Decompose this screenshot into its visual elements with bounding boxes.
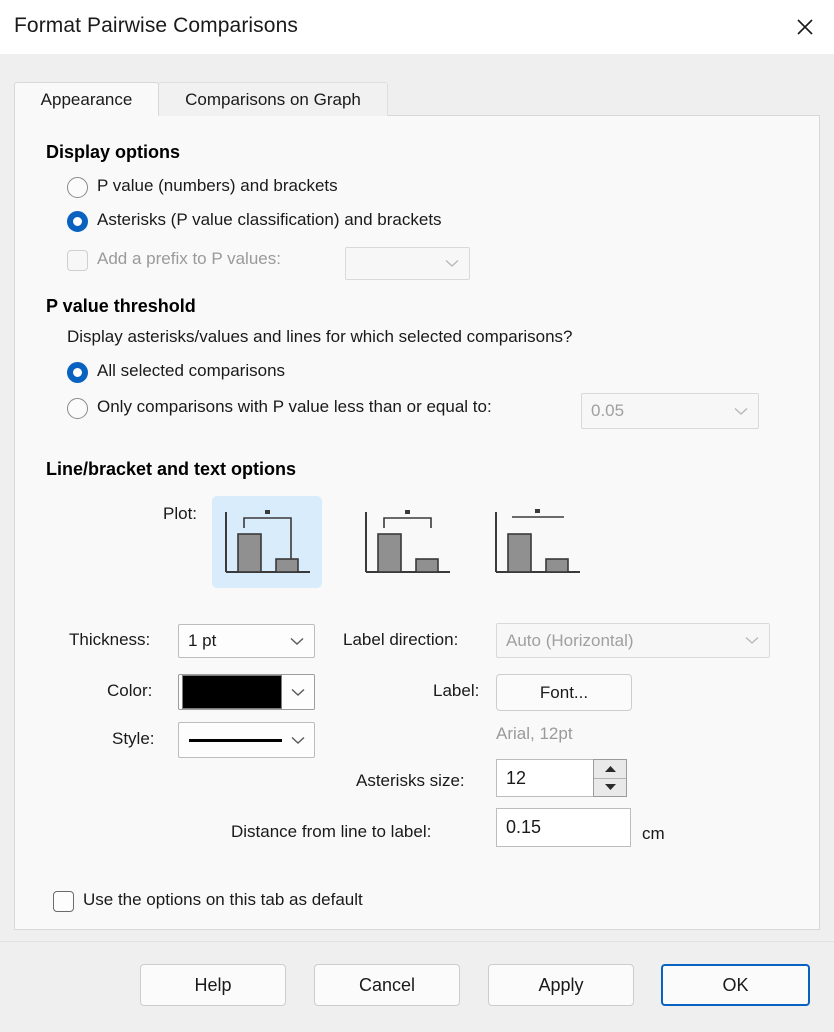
close-button[interactable]: [776, 0, 834, 54]
distance-unit: cm: [642, 824, 665, 844]
p-value-threshold-heading: P value threshold: [46, 296, 196, 317]
radio-all-selected-comparisons-label: All selected comparisons: [97, 361, 285, 381]
thickness-label: Thickness:: [69, 630, 150, 650]
radio-only-comparisons[interactable]: [67, 398, 88, 419]
plot-style-option-3[interactable]: [482, 496, 592, 588]
tab-strip: Appearance Comparisons on Graph: [14, 82, 820, 116]
help-button-label: Help: [194, 975, 231, 996]
asterisks-size-label: Asterisks size:: [356, 771, 465, 791]
radio-all-selected-comparisons[interactable]: [67, 362, 88, 383]
distance-value: 0.15: [497, 817, 541, 838]
color-label: Color:: [107, 681, 152, 701]
plot-style-option-1[interactable]: [212, 496, 322, 588]
label-direction-dropdown[interactable]: Auto (Horizontal): [496, 623, 770, 658]
p-threshold-dropdown-value: 0.05: [582, 401, 724, 421]
prefix-dropdown[interactable]: [345, 247, 470, 280]
radio-asterisks[interactable]: [67, 211, 88, 232]
use-as-default-label: Use the options on this tab as default: [83, 890, 363, 910]
chevron-down-icon: [282, 736, 314, 745]
tab-comparisons-on-graph-label: Comparisons on Graph: [185, 90, 361, 110]
plot-style-option-2[interactable]: [352, 496, 462, 588]
appearance-panel: Display options P value (numbers) and br…: [14, 115, 820, 930]
radio-asterisks-label: Asterisks (P value classification) and b…: [97, 210, 442, 230]
distance-input[interactable]: 0.15: [496, 808, 631, 847]
asterisks-size-stepper[interactable]: [593, 759, 627, 797]
color-dropdown[interactable]: [178, 674, 315, 710]
style-label: Style:: [112, 729, 155, 749]
p-value-threshold-description: Display asterisks/values and lines for w…: [67, 327, 573, 347]
tab-comparisons-on-graph[interactable]: Comparisons on Graph: [158, 82, 388, 116]
ok-button-label: OK: [722, 975, 748, 996]
label-field-label: Label:: [433, 681, 479, 701]
font-button[interactable]: Font...: [496, 674, 632, 711]
radio-p-value-numbers[interactable]: [67, 177, 88, 198]
apply-button[interactable]: Apply: [488, 964, 634, 1006]
chevron-down-icon: [724, 407, 758, 416]
cancel-button-label: Cancel: [359, 975, 415, 996]
page-title: Format Pairwise Comparisons: [14, 14, 298, 38]
color-swatch: [182, 675, 282, 709]
prefix-checkbox[interactable]: [67, 250, 88, 271]
chevron-down-icon: [735, 636, 769, 645]
tab-appearance[interactable]: Appearance: [14, 82, 159, 116]
apply-button-label: Apply: [538, 975, 583, 996]
radio-p-value-numbers-label: P value (numbers) and brackets: [97, 176, 338, 196]
asterisks-size-value: 12: [497, 768, 526, 789]
line-style-preview-icon: [189, 739, 282, 742]
thickness-dropdown[interactable]: 1 pt: [178, 624, 315, 658]
help-button[interactable]: Help: [140, 964, 286, 1006]
ok-button[interactable]: OK: [661, 964, 810, 1006]
label-direction-label: Label direction:: [343, 630, 458, 650]
font-description: Arial, 12pt: [496, 724, 573, 744]
line-bracket-heading: Line/bracket and text options: [46, 459, 296, 480]
thickness-dropdown-value: 1 pt: [179, 631, 280, 651]
chevron-down-icon: [280, 637, 314, 646]
radio-only-comparisons-label: Only comparisons with P value less than …: [97, 397, 492, 417]
footer-separator: [0, 941, 834, 942]
use-as-default-checkbox[interactable]: [53, 891, 74, 912]
plot-label: Plot:: [163, 504, 197, 524]
chevron-down-icon: [282, 688, 314, 697]
distance-label: Distance from line to label:: [231, 822, 431, 842]
p-threshold-dropdown[interactable]: 0.05: [581, 393, 759, 429]
font-button-label: Font...: [540, 683, 588, 703]
title-bar: Format Pairwise Comparisons: [0, 0, 834, 54]
tab-appearance-label: Appearance: [41, 90, 133, 110]
cancel-button[interactable]: Cancel: [314, 964, 460, 1006]
display-options-heading: Display options: [46, 142, 180, 163]
stepper-up-icon[interactable]: [594, 760, 626, 779]
stepper-down-icon[interactable]: [594, 779, 626, 797]
close-icon: [794, 16, 816, 38]
style-dropdown[interactable]: [178, 722, 315, 758]
prefix-checkbox-label: Add a prefix to P values:: [97, 249, 281, 269]
chevron-down-icon: [435, 259, 469, 268]
label-direction-dropdown-value: Auto (Horizontal): [497, 631, 735, 651]
